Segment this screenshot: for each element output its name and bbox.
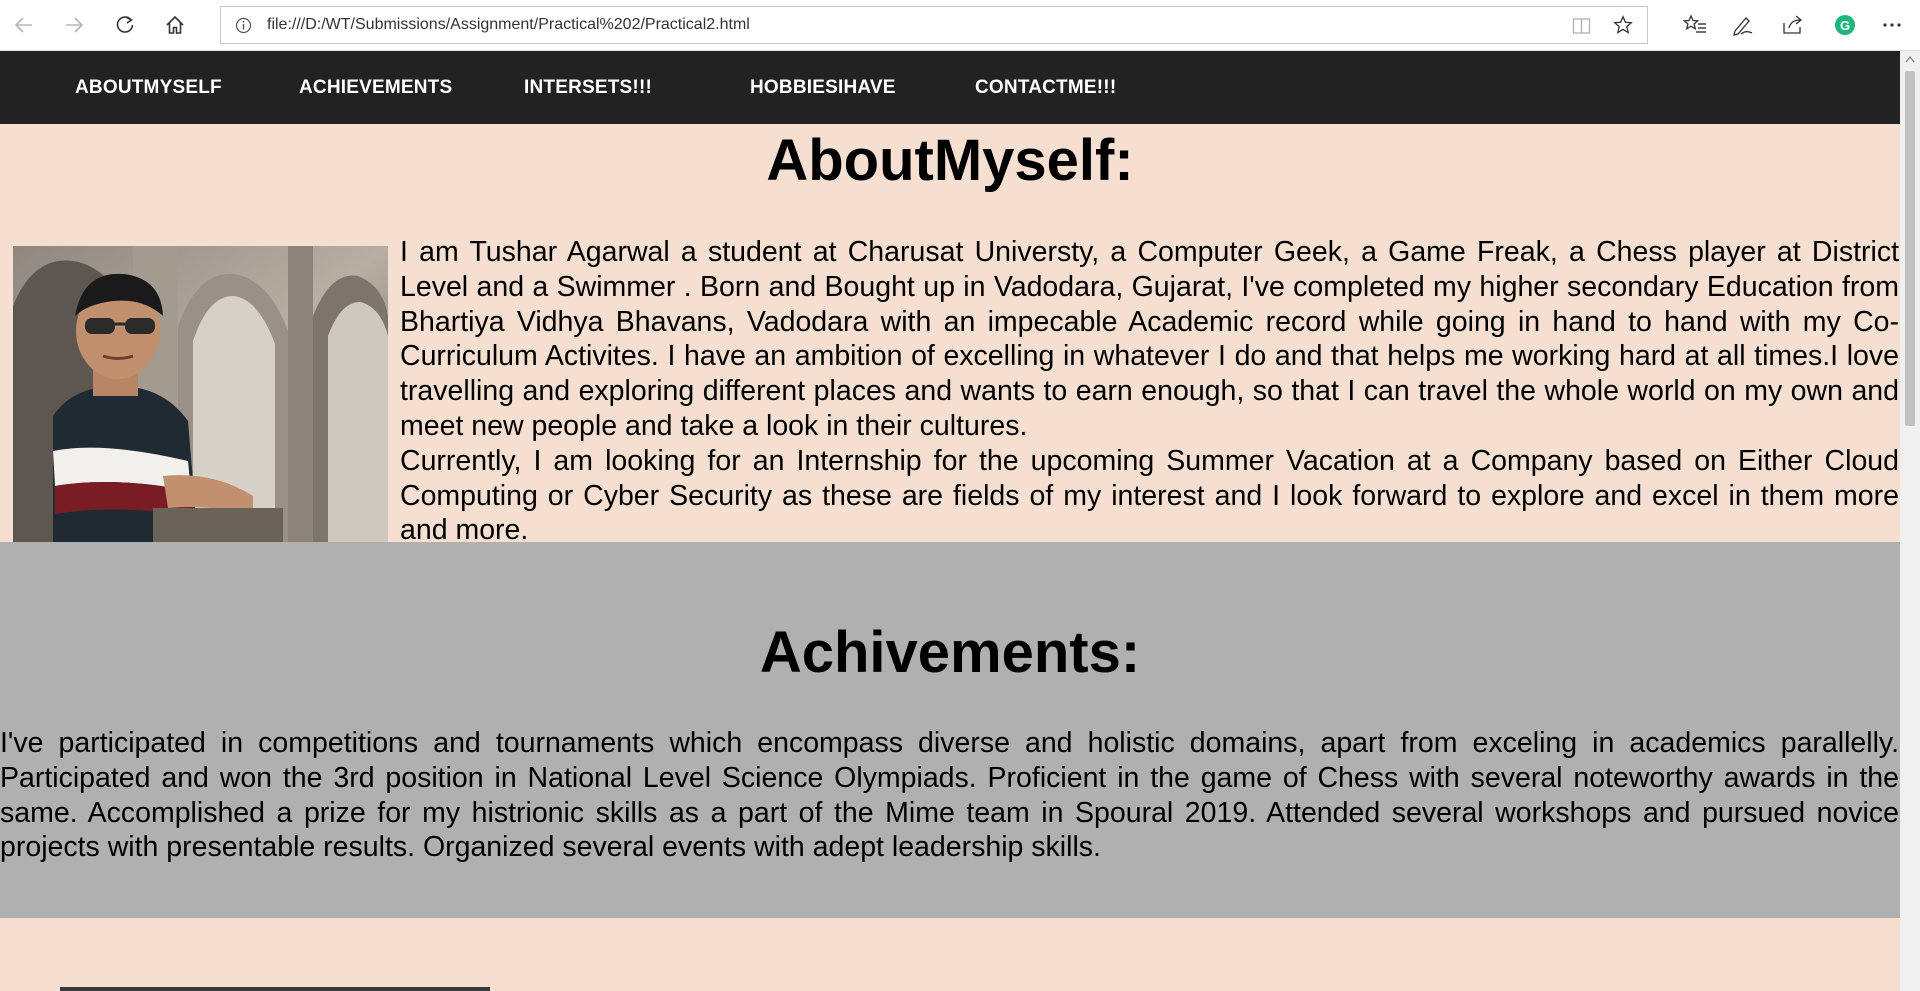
web-notes-button[interactable]	[1726, 8, 1760, 42]
share-button[interactable]	[1776, 8, 1810, 42]
achievements-section: Achivements: I've participated in compet…	[0, 542, 1900, 918]
nav-link-aboutmyself[interactable]: ABOUTMYSELF	[75, 77, 222, 99]
forward-button[interactable]	[57, 8, 91, 42]
favorite-star-icon[interactable]	[1613, 15, 1633, 35]
about-text-internship: Currently, I am looking for an Internshi…	[400, 444, 1899, 547]
achievements-heading: Achivements:	[759, 620, 1141, 685]
nav-link-achievements[interactable]: ACHIEVEMENTS	[299, 77, 452, 99]
home-icon	[166, 15, 184, 34]
address-bar[interactable]: file:///D:/WT/Submissions/Assignment/Pra…	[220, 6, 1648, 44]
nav-link-contact[interactable]: CONTACTME!!!	[975, 77, 1116, 99]
profile-photo-illustration	[13, 246, 388, 542]
nav-link-interests[interactable]: INTERSETS!!!	[524, 77, 652, 99]
chevron-up-icon	[1905, 55, 1915, 63]
about-paragraph: I am Tushar Agarwal a student at Charusa…	[400, 235, 1899, 548]
about-text-intro: I am Tushar Agarwal a student at Charusa…	[400, 236, 1899, 442]
nav-link-hobbies[interactable]: HOBBIESIHAVE	[750, 77, 896, 99]
scroll-up-arrow[interactable]	[1900, 51, 1920, 67]
more-menu-button[interactable]	[1875, 8, 1909, 42]
refresh-button[interactable]	[108, 8, 142, 42]
grammarly-extension-button[interactable]: G	[1828, 8, 1862, 42]
browser-toolbar: file:///D:/WT/Submissions/Assignment/Pra…	[0, 0, 1920, 51]
share-icon	[1783, 15, 1803, 34]
grammarly-badge-letter: G	[1839, 17, 1851, 33]
profile-photo	[13, 246, 388, 542]
forward-arrow-icon	[66, 17, 84, 33]
page-scrollbar[interactable]	[1900, 51, 1920, 991]
more-dots-icon	[1883, 23, 1901, 27]
about-heading: AboutMyself:	[766, 128, 1134, 193]
home-button[interactable]	[158, 8, 192, 42]
site-navbar: ABOUTMYSELF ACHIEVEMENTS INTERSETS!!! HO…	[0, 51, 1900, 124]
pen-icon	[1733, 17, 1753, 36]
refresh-icon	[116, 16, 134, 33]
info-icon	[235, 17, 252, 34]
favorites-button[interactable]	[1678, 8, 1712, 42]
favorites-list-icon	[1683, 14, 1706, 33]
grammarly-icon: G	[1835, 15, 1855, 35]
reading-view-icon[interactable]	[1572, 17, 1591, 35]
back-button[interactable]	[7, 8, 41, 42]
back-arrow-icon	[14, 17, 32, 33]
url-text: file:///D:/WT/Submissions/Assignment/Pra…	[267, 16, 750, 33]
bottom-edge-strip	[60, 987, 490, 991]
scrollbar-thumb[interactable]	[1905, 71, 1915, 426]
achievements-paragraph: I've participated in competitions and to…	[0, 727, 1899, 864]
